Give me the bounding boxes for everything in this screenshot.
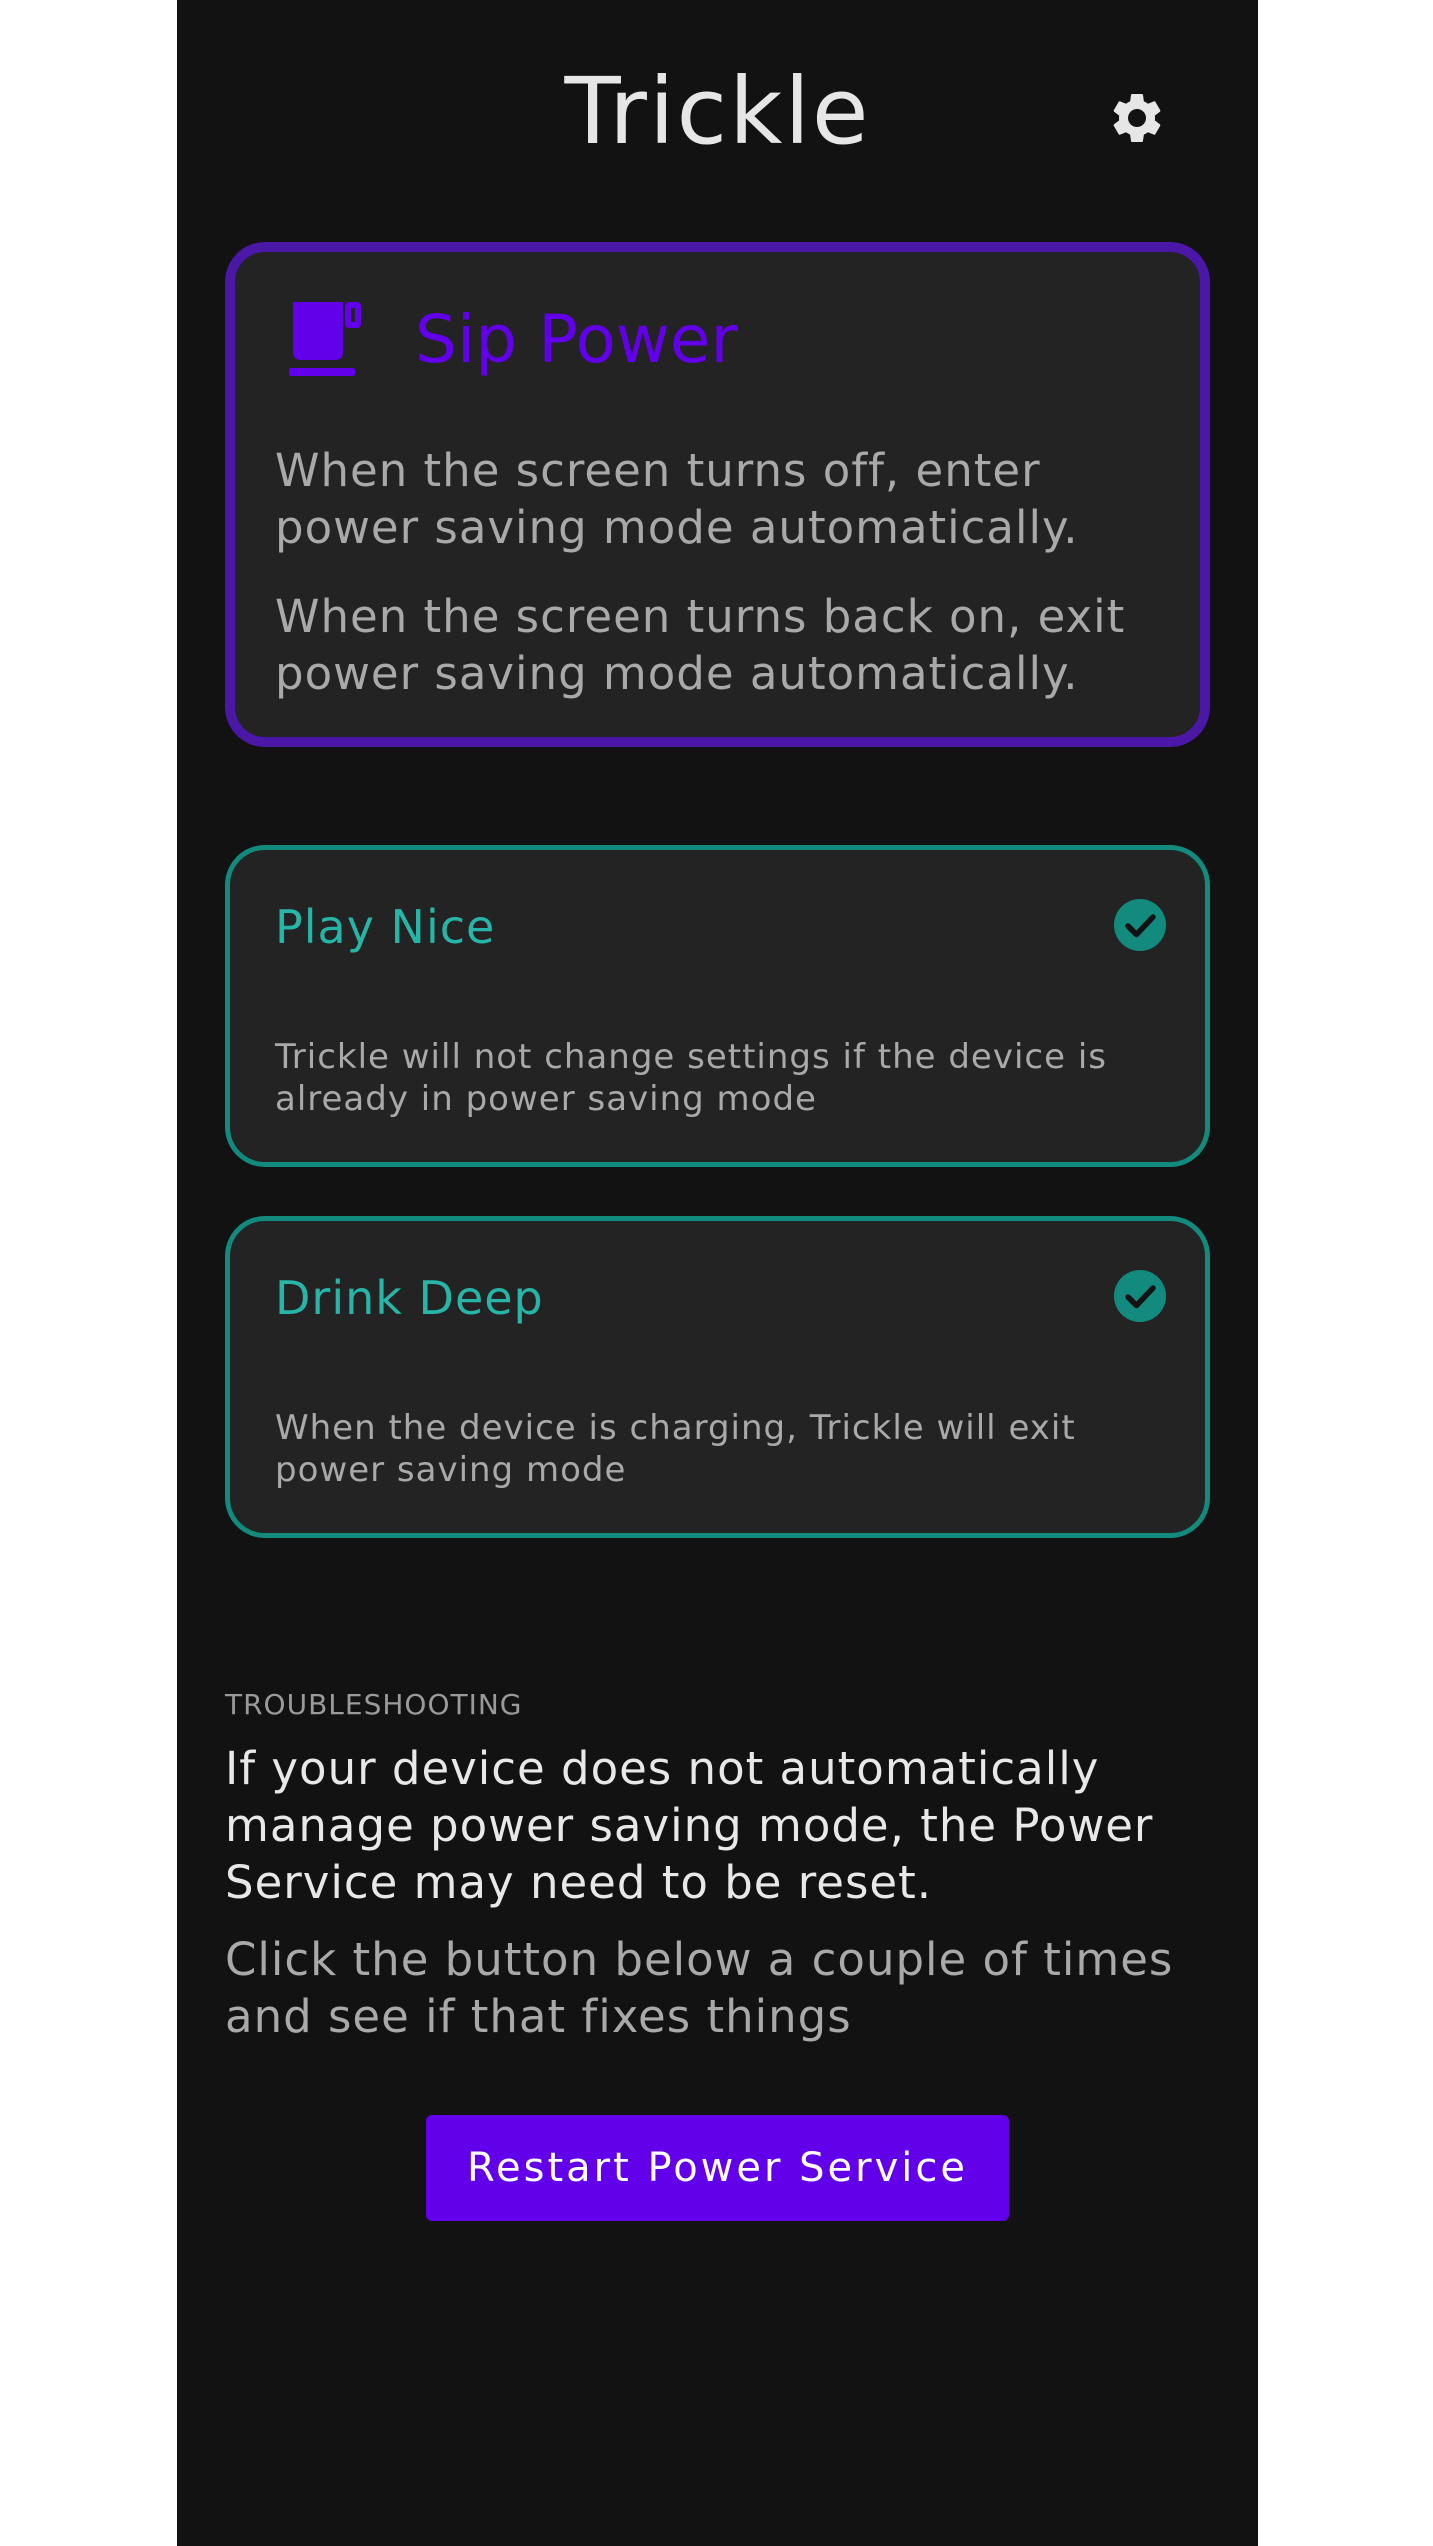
drink-deep-title: Drink Deep [275, 1271, 544, 1325]
troubleshooting-sub-text: Click the button below a couple of times… [225, 1933, 1174, 2043]
app-title: Trickle [564, 58, 871, 165]
troubleshooting-main-text: If your device does not automatically ma… [225, 1742, 1154, 1909]
play-nice-description: Trickle will not change settings if the … [275, 1037, 1107, 1119]
app-screen: Trickle Sip Power When the screen turns … [177, 0, 1258, 2546]
check-circle-icon[interactable] [1113, 898, 1167, 952]
play-nice-card[interactable]: Play Nice Trickle will not change settin… [225, 845, 1210, 1167]
sip-power-card[interactable]: Sip Power When the screen turns off, ent… [225, 242, 1210, 747]
sip-power-description-on: When the screen turns back on, exit powe… [275, 590, 1126, 700]
restart-power-service-button[interactable]: Restart Power Service [426, 2115, 1009, 2221]
troubleshooting-label: TROUBLESHOOTING [225, 1688, 523, 1721]
gear-icon [1113, 93, 1161, 142]
sip-power-title: Sip Power [415, 301, 738, 378]
play-nice-title: Play Nice [275, 900, 496, 954]
settings-button[interactable] [1105, 86, 1169, 150]
drink-deep-card[interactable]: Drink Deep When the device is charging, … [225, 1216, 1210, 1538]
drink-deep-description: When the device is charging, Trickle wil… [275, 1408, 1076, 1490]
coffee-cup-icon [289, 302, 361, 376]
check-circle-icon[interactable] [1113, 1269, 1167, 1323]
sip-power-description-off: When the screen turns off, enter power s… [275, 444, 1079, 554]
